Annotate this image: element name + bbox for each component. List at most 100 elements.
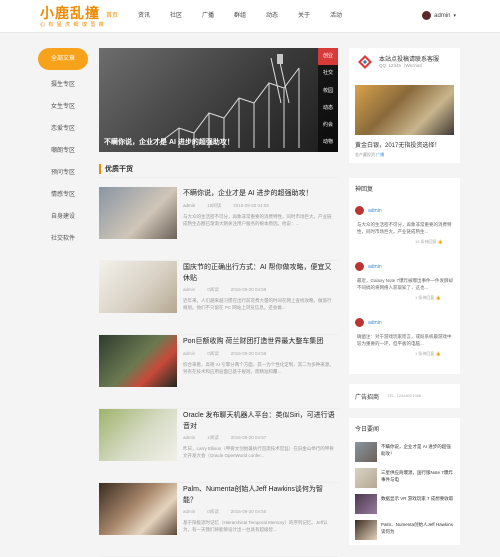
thumb-up-icon[interactable]: 👍 (435, 295, 440, 300)
article-date: 2016-09-20 04:59 (233, 203, 269, 208)
nav-item-about[interactable]: 关于 (288, 9, 320, 23)
hero-tab-0[interactable]: 创业 (318, 48, 338, 66)
article-date: 2016-09-20 04:58 (230, 351, 267, 356)
nav-item-community[interactable]: 社区 (160, 9, 192, 23)
thumb-up-icon[interactable]: 👍 (435, 351, 440, 356)
user-name: admin (434, 12, 451, 19)
section-header: 优质干货 (99, 162, 338, 178)
article-meta: admin 0阅读 2016-09-20 04:58 (183, 351, 266, 357)
avatar (355, 262, 364, 271)
promo-tag[interactable]: 广播 (376, 152, 384, 157)
article-title[interactable]: 不瞒你说，企业才是 AI 进步的超强助攻！ (183, 188, 335, 199)
article-thumbnail[interactable] (99, 335, 177, 387)
list-item[interactable]: 数据显示 VR 游戏玩家 7 成想要收取 (355, 494, 455, 518)
today-title: 今日要闻 (355, 427, 380, 433)
comment-text: 与大众的生活密不可分，再象非常重要的消费特性，同时市场巨大。产业链成熟生... (357, 222, 452, 234)
article-meta: admin 0阅读 2016-09-20 04:59 (183, 287, 266, 293)
ad-phone: TEL: 12345021988 (387, 393, 422, 398)
hero-tab-2[interactable]: 校园 (318, 83, 338, 100)
hero-slider[interactable]: 不瞒你说，企业才是 AI 进步的超强助攻！ (99, 48, 338, 152)
article-author[interactable]: admin (183, 509, 195, 515)
hero-tab-3[interactable]: 动态 (318, 100, 338, 117)
nav-item-events[interactable]: 活动 (320, 9, 352, 23)
article-title[interactable]: Palm、Numenta创始人Jeff Hawkins谈何为智能？ (183, 484, 335, 506)
list-item[interactable]: Oracle 发布聊天机器人平台：类似Siri，可进行语音对 admin 1阅读… (99, 409, 338, 483)
news-title[interactable]: Palm、Numenta创始人Jeff Hawkins谈何为 (381, 521, 455, 535)
avatar (422, 11, 432, 20)
article-thumbnail[interactable] (99, 187, 177, 239)
list-item[interactable]: Palm、Numenta创始人Jeff Hawkins谈何为 (355, 520, 455, 544)
sidebar-item-8[interactable]: 社交软件 (38, 228, 88, 250)
comment-user[interactable]: admin (368, 208, 382, 214)
article-excerpt: 基于阳极流时记忆（Hierarchical Temporal Memory）的序… (183, 520, 328, 532)
article-title[interactable]: 国庆节的正确出行方式：AI 帮你做攻略，便宜又休贴 (183, 262, 335, 284)
nav-item-home[interactable]: 首页 (96, 9, 128, 23)
ad-title: 广告招商 (355, 395, 380, 401)
comment-user[interactable]: admin (368, 264, 382, 270)
list-item[interactable]: 国庆节的正确出行方式：AI 帮你做攻略，便宜又休贴 admin 0阅读 2016… (99, 261, 338, 335)
brand-logo-icon (358, 55, 372, 69)
news-title[interactable]: 数据显示 VR 游戏玩家 7 成想要收取 (381, 495, 455, 502)
site-logo[interactable]: 小鹿乱撞 (40, 6, 100, 20)
promo-caption[interactable]: 黄金白银，2017无指投资选择！ (355, 140, 440, 149)
article-thumbnail[interactable] (99, 483, 177, 535)
avatar (355, 206, 364, 215)
news-thumbnail[interactable] (355, 494, 377, 514)
sidebar-item-7[interactable]: 自身建设 (38, 206, 88, 228)
article-author[interactable]: admin (183, 287, 195, 293)
hero-tab-1[interactable]: 社交 (318, 65, 338, 82)
comment-user[interactable]: admin (368, 320, 382, 326)
sidebar-item-6[interactable]: 情感专区 (38, 184, 88, 206)
nav-item-activity[interactable]: 动态 (256, 9, 288, 23)
news-thumbnail[interactable] (355, 468, 377, 488)
sidebar-item-4[interactable]: 嘲朗专区 (38, 140, 88, 162)
article-views: 0阅读 (207, 287, 219, 292)
promo-tags: 金产藏投资 广播 (355, 152, 384, 158)
list-item[interactable]: 不瞒你说，企业才是 AI 进步的超强助攻！ (355, 442, 455, 466)
comment-count-label: 1 条神回复 (415, 351, 435, 356)
list-item[interactable]: 不瞒你说，企业才是 AI 进步的超强助攻！ admin 19阅读 2016-09… (99, 187, 338, 261)
article-author[interactable]: admin (183, 203, 195, 209)
list-item[interactable]: Palm、Numenta创始人Jeff Hawkins谈何为智能？ admin … (99, 483, 338, 557)
article-author[interactable]: admin (183, 351, 195, 357)
article-title[interactable]: Pon巨额收购 荷兰财团打造世界最大整车集团 (183, 336, 335, 347)
top-navbar: 小鹿乱撞 心 有 猛 虎 细 嗅 蔷 薇 首页 资讯 社区 广播 群组 动态 关… (0, 0, 500, 33)
hero-title[interactable]: 不瞒你说，企业才是 AI 进步的超强助攻！ (104, 137, 234, 147)
article-excerpt: 综合来看，高德 AI 引擎分两个方面，其一为个性化定制，其二为多种来源。另有在技… (183, 362, 334, 374)
article-excerpt: 与大众的生活密不可分，再象非常重要的消费特性，同时市场巨大。产业链成熟生态圈已渐… (183, 214, 332, 226)
article-date: 2016-09-20 04:57 (230, 435, 267, 440)
sidebar-item-2[interactable]: 女生专区 (38, 96, 88, 118)
category-sidebar: 全部文章 摄生专区 女生专区 恋爱专区 嘲朗专区 预问专区 情感专区 自身建设 … (38, 48, 88, 250)
thumb-up-icon[interactable]: 👍 (438, 239, 443, 244)
article-thumbnail[interactable] (99, 409, 177, 461)
sidebar-item-1[interactable]: 摄生专区 (38, 74, 88, 96)
promo-banner-image[interactable] (355, 85, 454, 135)
nav-item-news[interactable]: 资讯 (128, 9, 160, 23)
list-item[interactable]: Pon巨额收购 荷兰财团打造世界最大整车集团 admin 0阅读 2016-09… (99, 335, 338, 409)
sidebar-item-5[interactable]: 预问专区 (38, 162, 88, 184)
hero-tab-4[interactable]: 约会 (318, 117, 338, 134)
comment-count: 15 条神回复 👍 (415, 239, 443, 245)
contact-title[interactable]: 本站点投稿请联系客服 (379, 54, 439, 63)
news-thumbnail[interactable] (355, 442, 377, 462)
news-thumbnail[interactable] (355, 520, 377, 540)
article-excerpt: 近年来，人们越来越习惯在出行前花费大量的时间在网上查找攻略，做旅行规划。他们不只… (183, 298, 332, 310)
article-meta: admin 0阅读 2016-09-20 04:55 (183, 509, 266, 515)
hero-tabs: 创业 社交 校园 动态 约会 动物 (318, 48, 338, 152)
article-meta: admin 1阅读 2016-09-20 04:57 (183, 435, 266, 441)
user-menu[interactable]: admin ▾ (422, 11, 456, 20)
chevron-down-icon: ▾ (453, 12, 456, 19)
news-title[interactable]: 不瞒你说，企业才是 AI 进步的超强助攻！ (381, 443, 455, 457)
article-thumbnail[interactable] (99, 261, 177, 313)
article-title[interactable]: Oracle 发布聊天机器人平台：类似Siri，可进行语音对 (183, 410, 335, 432)
article-author[interactable]: admin (183, 435, 195, 441)
sidebar-item-all[interactable]: 全部文章 (38, 48, 88, 70)
sidebar-item-3[interactable]: 恋爱专区 (38, 118, 88, 140)
news-title[interactable]: 三星供应商爆源，国行版Note 7爆炸事件与电 (381, 469, 455, 483)
main-nav: 首页 资讯 社区 广播 群组 动态 关于 活动 (96, 9, 352, 23)
nav-item-groups[interactable]: 群组 (224, 9, 256, 23)
article-views: 19阅读 (207, 203, 222, 208)
hero-tab-5[interactable]: 动物 (318, 134, 338, 151)
list-item[interactable]: 三星供应商爆源，国行版Note 7爆炸事件与电 (355, 468, 455, 492)
nav-item-broadcast[interactable]: 广播 (192, 9, 224, 23)
